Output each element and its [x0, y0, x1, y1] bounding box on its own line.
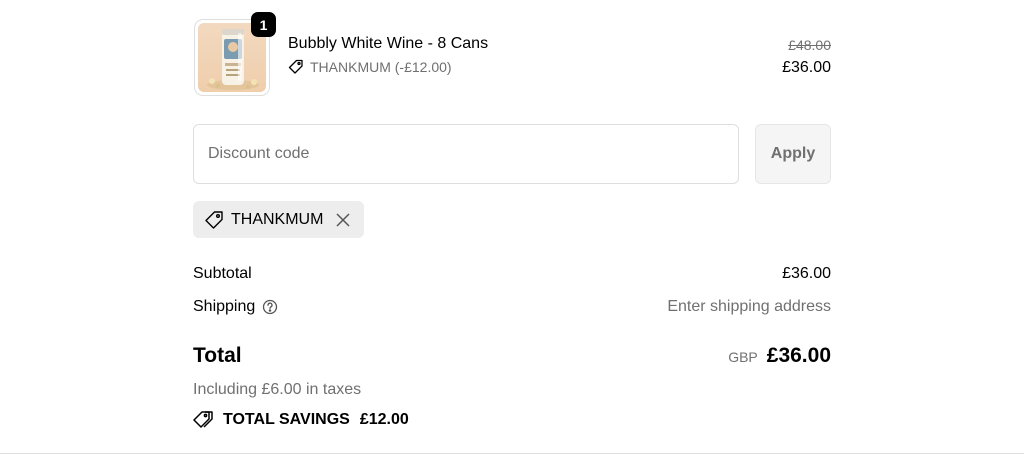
subtotal-label: Subtotal — [193, 265, 252, 282]
shipping-label: Shipping — [193, 298, 256, 315]
tag-icon — [204, 210, 224, 230]
total-savings: TOTAL SAVINGS £12.00 — [193, 410, 409, 430]
discount-code-input[interactable] — [193, 124, 739, 184]
subtotal-value: £36.00 — [782, 265, 831, 282]
product-discount: THANKMUM (-£12.00) — [288, 59, 452, 75]
divider — [0, 453, 1024, 454]
shipping-value: Enter shipping address — [667, 298, 831, 315]
quantity-badge: 1 — [251, 12, 276, 37]
product-thumbnail-wrapper: 1 — [193, 12, 276, 97]
help-icon[interactable] — [262, 299, 278, 315]
shipping-label-group: Shipping — [193, 298, 278, 316]
product-name: Bubbly White Wine - 8 Cans — [288, 35, 489, 52]
total-amount: GBP £36.00 — [728, 344, 831, 368]
product-discount-label: THANKMUM (-£12.00) — [310, 59, 452, 75]
savings-tag-icon — [193, 410, 215, 430]
total-label: Total — [193, 344, 242, 367]
remove-discount-button[interactable] — [333, 210, 353, 230]
savings-value: £12.00 — [359, 411, 409, 428]
currency-code: GBP — [728, 349, 758, 365]
close-icon — [336, 212, 350, 227]
total-value: £36.00 — [766, 344, 831, 367]
item-price: £36.00 — [782, 59, 831, 76]
apply-button[interactable]: Apply — [755, 124, 831, 184]
cart-line-item: 1 Bubbly White Wine - 8 Cans THANKMUM (-… — [193, 12, 831, 97]
savings-label: TOTAL SAVINGS — [223, 411, 350, 428]
applied-code-label: THANKMUM — [231, 210, 324, 228]
applied-discount-chip: THANKMUM — [193, 201, 364, 238]
taxes-note: Including £6.00 in taxes — [193, 381, 362, 398]
tag-icon — [288, 59, 304, 75]
original-price: £48.00 — [788, 37, 831, 53]
